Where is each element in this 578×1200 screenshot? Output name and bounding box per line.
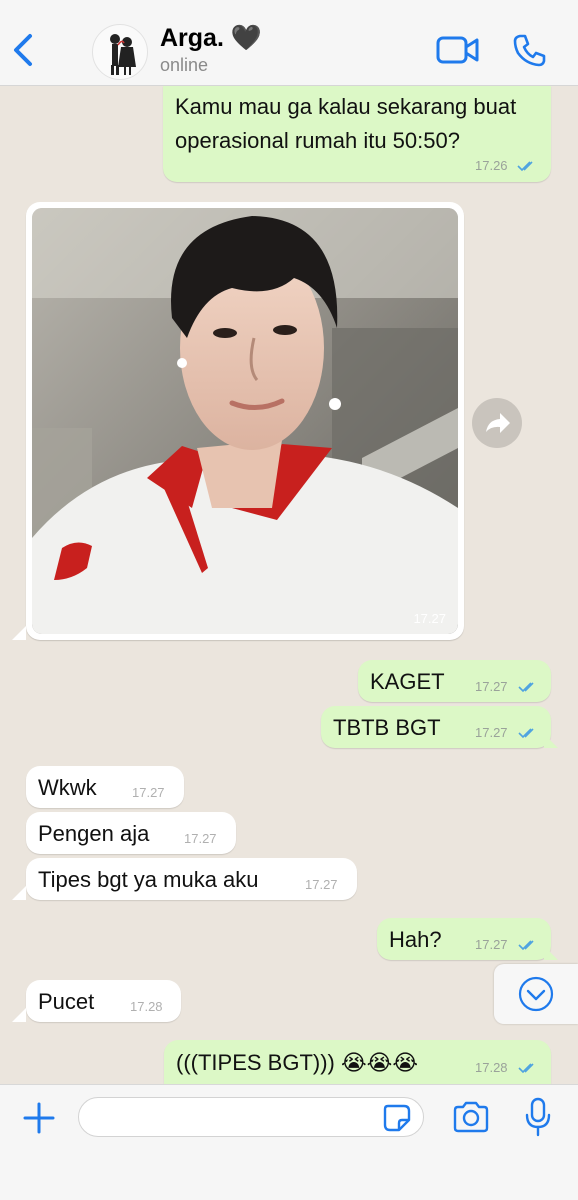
video-call-button[interactable] bbox=[436, 34, 480, 66]
incoming-message[interactable]: Wkwk 17.27 bbox=[26, 766, 184, 808]
video-camera-icon bbox=[436, 36, 479, 64]
read-ticks-icon bbox=[518, 728, 534, 739]
bubble-tail bbox=[12, 626, 26, 640]
avatar[interactable] bbox=[92, 24, 148, 80]
message-text: Tipes bgt ya muka aku bbox=[38, 867, 259, 892]
outgoing-message[interactable]: KAGET 17.27 bbox=[358, 660, 551, 702]
sticker-button[interactable] bbox=[382, 1103, 412, 1133]
chevron-down-circle-icon bbox=[518, 976, 554, 1012]
read-ticks-icon bbox=[518, 1063, 534, 1074]
contact-name[interactable]: Arga. 🖤 bbox=[160, 24, 262, 53]
message-time: 17.27 bbox=[184, 831, 217, 846]
bubble-tail bbox=[544, 734, 558, 748]
message-time: 17.27 bbox=[475, 679, 508, 694]
read-ticks-icon bbox=[517, 161, 533, 172]
outgoing-message[interactable]: TBTB BGT 17.27 bbox=[321, 706, 551, 748]
contact-status: online bbox=[160, 55, 209, 75]
bubble-tail bbox=[12, 886, 26, 900]
incoming-message[interactable]: Pengen aja 17.27 bbox=[26, 812, 236, 854]
sticker-icon bbox=[383, 1104, 411, 1132]
message-time: 17.26 bbox=[475, 158, 508, 173]
message-time: 17.27 bbox=[475, 937, 508, 952]
camera-icon bbox=[453, 1101, 489, 1133]
message-text: Wkwk bbox=[38, 775, 97, 800]
message-text: (((TIPES BGT))) 😭😭😭 bbox=[176, 1050, 419, 1075]
chevron-left-icon bbox=[14, 34, 32, 66]
message-text: KAGET bbox=[370, 669, 445, 694]
bubble-tail bbox=[544, 946, 558, 960]
incoming-message[interactable]: Pucet 17.28 bbox=[26, 980, 181, 1022]
voice-call-button[interactable] bbox=[512, 32, 548, 68]
message-text: TBTB BGT bbox=[333, 715, 441, 740]
camera-button[interactable] bbox=[452, 1101, 490, 1133]
bubble-tail bbox=[12, 1008, 26, 1022]
forward-arrow-icon bbox=[486, 413, 510, 433]
outgoing-message[interactable]: (((TIPES BGT))) 😭😭😭 17.28 bbox=[164, 1040, 551, 1084]
message-text: Pengen aja bbox=[38, 821, 150, 846]
message-text: Kamu mau ga kalau sekarang buat bbox=[175, 94, 517, 119]
message-time: 17.28 bbox=[475, 1060, 508, 1075]
incoming-message[interactable]: Tipes bgt ya muka aku 17.27 bbox=[26, 858, 357, 900]
message-time: 17.27 bbox=[132, 785, 165, 800]
read-ticks-icon bbox=[518, 682, 534, 693]
message-time: 17.28 bbox=[130, 999, 163, 1014]
outgoing-message[interactable]: Kamu mau ga kalau sekarang buat operasio… bbox=[163, 86, 551, 182]
message-input[interactable] bbox=[78, 1097, 424, 1137]
message-text: operasional rumah itu 50:50? bbox=[175, 128, 460, 153]
chat-header: Arga. 🖤 online bbox=[0, 0, 578, 86]
incoming-photo-message[interactable]: 17.27 bbox=[26, 202, 464, 640]
back-button[interactable] bbox=[8, 30, 38, 70]
message-text: Pucet bbox=[38, 989, 95, 1014]
forward-button[interactable] bbox=[472, 398, 522, 448]
message-time: 17.27 bbox=[413, 611, 446, 626]
microphone-button[interactable] bbox=[522, 1097, 554, 1137]
message-text: Hah? bbox=[389, 927, 442, 952]
read-ticks-icon bbox=[518, 940, 534, 951]
photo[interactable]: 17.27 bbox=[32, 208, 458, 634]
attach-button[interactable] bbox=[20, 1099, 58, 1137]
scroll-to-bottom-button[interactable] bbox=[494, 964, 578, 1024]
message-composer bbox=[0, 1084, 578, 1200]
outgoing-message[interactable]: Hah? 17.27 bbox=[377, 918, 551, 960]
message-time: 17.27 bbox=[305, 877, 338, 892]
chat-area[interactable]: Kamu mau ga kalau sekarang buat operasio… bbox=[0, 86, 578, 1084]
message-time: 17.27 bbox=[475, 725, 508, 740]
phone-icon bbox=[513, 34, 546, 67]
microphone-icon bbox=[525, 1097, 551, 1137]
plus-icon bbox=[23, 1102, 55, 1134]
